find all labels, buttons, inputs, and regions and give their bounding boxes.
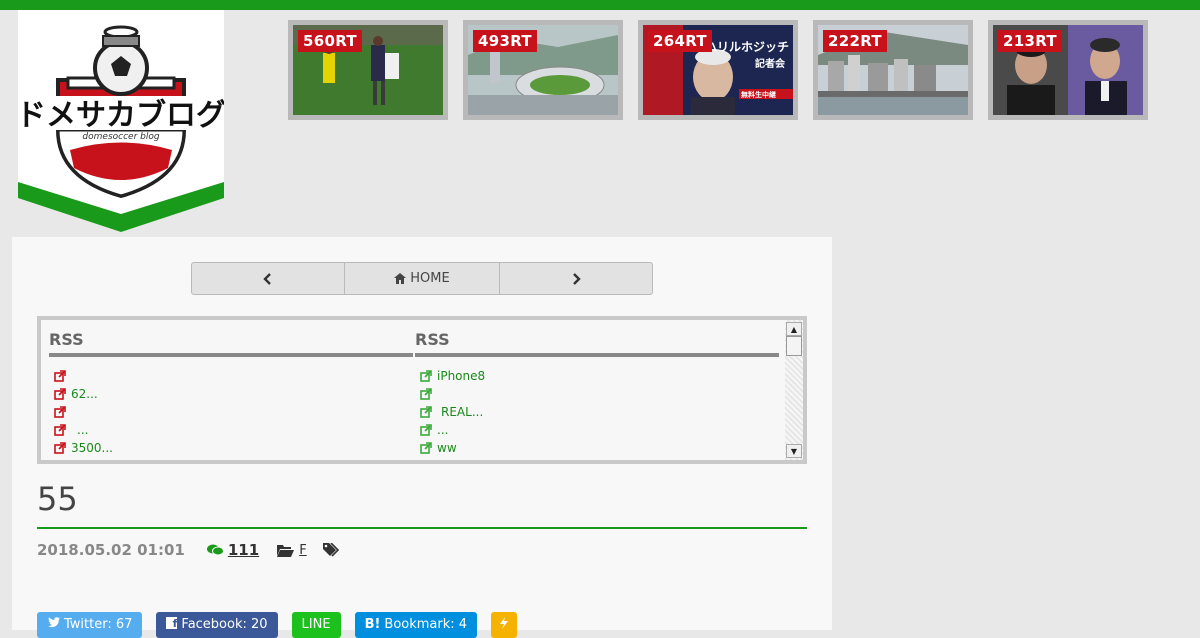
rss-item-link[interactable]: ...	[437, 423, 448, 437]
chevron-right-icon	[573, 272, 581, 285]
logo-subtitle: domesoccer blog	[82, 132, 159, 142]
post-date: 2018.05.02 01:01	[37, 541, 185, 559]
external-link-icon	[420, 388, 432, 400]
rss-feed-box: RSS 62... ... 3500... RSS iPhone8 REAL..…	[37, 316, 807, 464]
chevron-left-icon	[263, 272, 271, 285]
category-name[interactable]: F	[299, 543, 306, 558]
external-link-icon	[54, 424, 66, 436]
article-meta: 2018.05.02 01:01 111 F	[37, 540, 340, 560]
tags[interactable]	[322, 543, 340, 557]
rss-item[interactable]: ...	[49, 421, 413, 439]
comments-icon	[206, 544, 224, 556]
rss-scrollbar[interactable]: ▲ ▼	[785, 320, 803, 460]
svg-text:ハリルホジッチ: ハリルホジッチ	[705, 40, 789, 54]
soccer-match-thumbnail: 560RT	[293, 25, 443, 115]
home-label: HOME	[410, 271, 450, 286]
pocket-share-button[interactable]	[491, 612, 518, 638]
logo-wordmark: ドメサカブログ	[18, 98, 224, 133]
article-nav-bar: HOME	[191, 262, 653, 295]
comment-count[interactable]: 111	[228, 541, 259, 559]
rss-item[interactable]	[415, 385, 779, 403]
rss-item-link[interactable]: iPhone8	[437, 369, 485, 383]
svg-text:無料生中継: 無料生中継	[741, 90, 776, 99]
external-link-icon	[54, 406, 66, 418]
rss-item[interactable]	[49, 367, 413, 385]
rank-count-badge: 493RT	[473, 30, 537, 52]
tags-icon	[322, 543, 339, 557]
svg-text:記者会: 記者会	[755, 57, 785, 70]
rss-item[interactable]: 3500...	[49, 439, 413, 457]
top-accent-bar	[0, 0, 1200, 10]
rank-count-badge: 213RT	[998, 30, 1062, 52]
scroll-thumb[interactable]	[786, 336, 802, 356]
hatena-bookmark-button[interactable]: B! Bookmark: 4	[354, 612, 478, 638]
main-content-panel: HOME RSS 62... ... 3500... RSS iPhone8 R…	[12, 237, 832, 638]
facebook-icon: f	[166, 617, 178, 629]
rss-header: RSS	[49, 326, 413, 357]
home-icon	[394, 273, 407, 284]
external-link-icon	[54, 460, 66, 464]
rss-item[interactable]: 62...	[49, 385, 413, 403]
ranking-item-4[interactable]: 222RT	[813, 20, 973, 120]
folder-open-icon	[277, 544, 295, 557]
rss-item[interactable]	[49, 457, 413, 464]
twitter-icon	[48, 617, 60, 628]
twitter-share-button[interactable]: Twitter: 67	[37, 612, 143, 638]
rank-count-badge: 560RT	[298, 30, 362, 52]
ranking-item-1[interactable]: 560RT	[288, 20, 448, 120]
rss-item[interactable]: ...	[415, 421, 779, 439]
rss-item[interactable]: REAL...	[415, 403, 779, 421]
ranking-item-5[interactable]: 213RT	[988, 20, 1148, 120]
rank-count-badge: 222RT	[823, 30, 887, 52]
stadium-thumbnail: 493RT	[468, 25, 618, 115]
line-share-button[interactable]: LINE	[291, 612, 341, 638]
rss-item-link[interactable]: ww	[437, 441, 457, 455]
category-link[interactable]: F	[277, 543, 307, 558]
rss-item[interactable]	[49, 403, 413, 421]
scroll-down-button[interactable]: ▼	[786, 444, 802, 458]
title-divider	[37, 527, 807, 529]
prev-article-button[interactable]	[192, 263, 345, 294]
external-link-icon	[420, 442, 432, 454]
rss-item-link[interactable]: 3500...	[71, 441, 113, 455]
external-link-icon	[420, 406, 432, 418]
rank-count-badge: 264RT	[648, 30, 712, 52]
next-article-button[interactable]	[500, 263, 652, 294]
rss-item[interactable]: ww	[415, 439, 779, 457]
rss-item[interactable]	[415, 457, 779, 464]
external-link-icon	[54, 370, 66, 382]
article-title: 55	[37, 480, 78, 518]
external-link-icon	[420, 370, 432, 382]
external-link-icon	[54, 388, 66, 400]
ranking-item-2[interactable]: 493RT	[463, 20, 623, 120]
lightning-icon	[500, 617, 509, 629]
comments-link[interactable]: 111	[206, 541, 259, 559]
rss-item-link[interactable]: REAL...	[441, 405, 483, 419]
rss-item[interactable]: iPhone8	[415, 367, 779, 385]
facebook-share-button[interactable]: f Facebook: 20	[156, 612, 278, 638]
site-logo[interactable]: ドメサカブログ domesoccer blog	[18, 10, 224, 232]
external-link-icon	[420, 424, 432, 436]
rss-column-right: RSS iPhone8 REAL... ... ww	[415, 326, 779, 464]
rss-column-left: RSS 62... ... 3500...	[49, 326, 413, 464]
rss-item-link[interactable]: 62...	[71, 387, 98, 401]
scroll-up-button[interactable]: ▲	[786, 322, 802, 336]
external-link-icon	[420, 460, 432, 464]
rss-header: RSS	[415, 326, 779, 357]
home-button[interactable]: HOME	[345, 263, 500, 294]
ranking-item-3[interactable]: ハリルホジッチ 記者会 無料生中継 264RT	[638, 20, 798, 120]
coaches-thumbnail: 213RT	[993, 25, 1143, 115]
press-conference-thumbnail: ハリルホジッチ 記者会 無料生中継 264RT	[643, 25, 793, 115]
share-buttons: Twitter: 67 f Facebook: 20 LINE B! Bookm…	[37, 612, 531, 638]
city-waterfront-thumbnail: 222RT	[818, 25, 968, 115]
external-link-icon	[54, 442, 66, 454]
rss-item-link[interactable]: ...	[77, 423, 88, 437]
